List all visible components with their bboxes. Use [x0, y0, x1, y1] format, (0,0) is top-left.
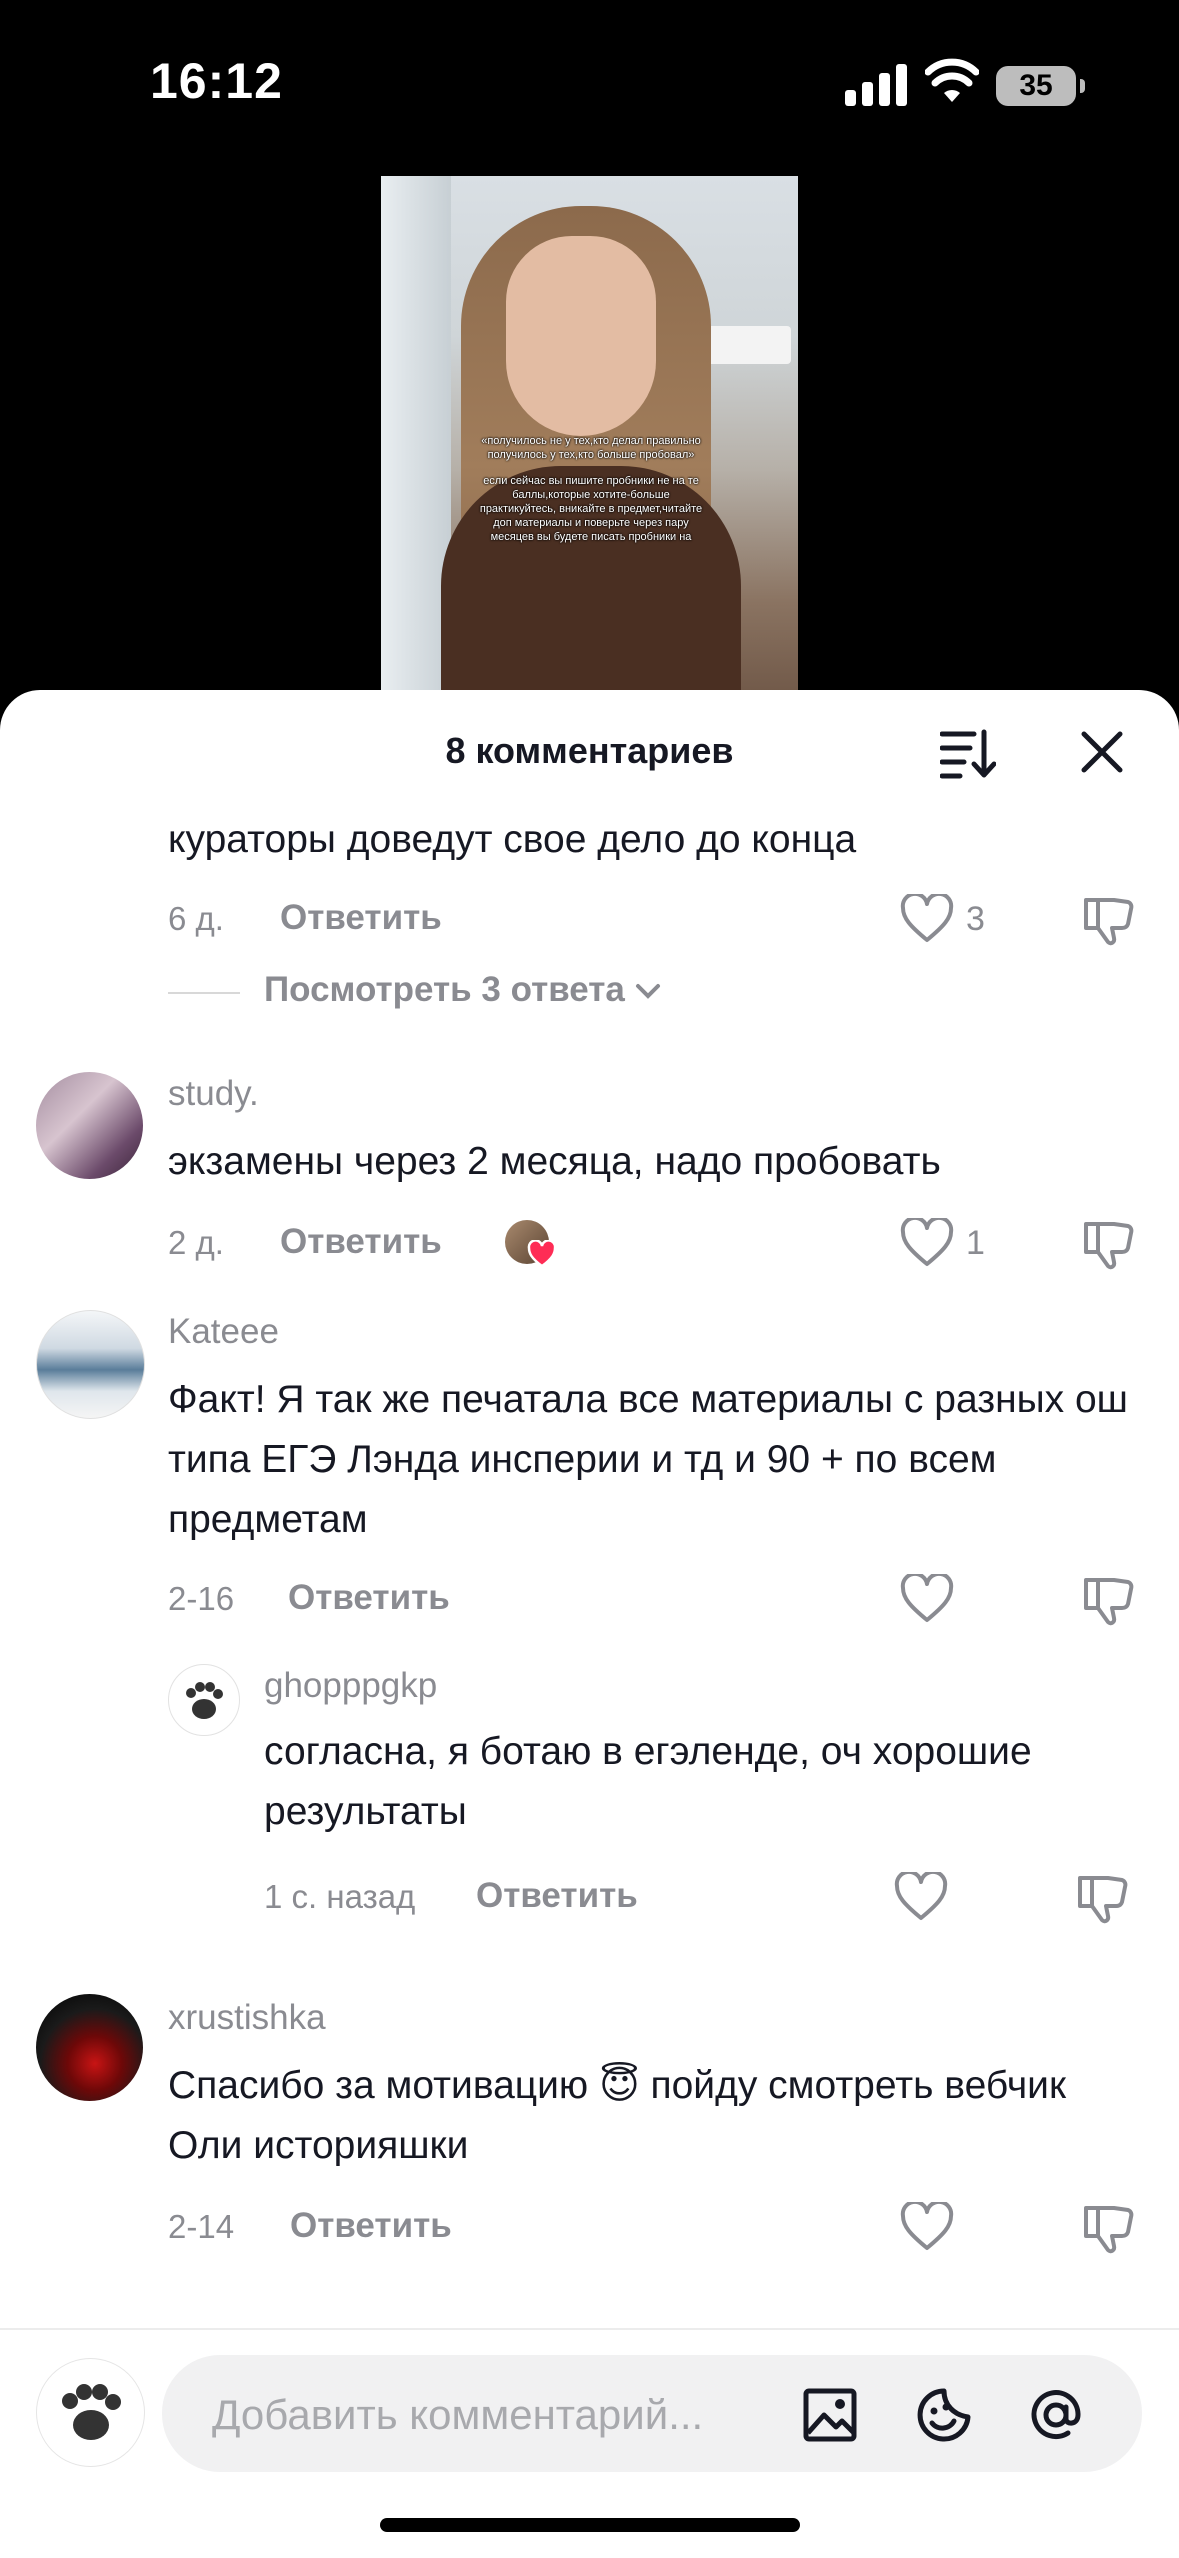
- avatar[interactable]: [36, 1072, 143, 1179]
- battery-level: 35: [1019, 69, 1053, 102]
- comment-text: согласна, я ботаю в егэленде, оч хорошие…: [264, 1730, 1032, 1833]
- comment-input-placeholder: Добавить комментарий...: [212, 2391, 704, 2438]
- like-count: 3: [966, 900, 985, 938]
- comment-date: 6 д.: [168, 900, 224, 937]
- creator-liked-badge: [505, 1220, 557, 1268]
- dislike-icon[interactable]: [1080, 1216, 1134, 1270]
- sort-icon[interactable]: [940, 728, 996, 780]
- comment-input-bar: Добавить комментарий...: [0, 2328, 1179, 2558]
- status-bar: 16:12 35: [0, 0, 1179, 170]
- like-count: 1: [966, 1224, 985, 1262]
- battery-icon: 35: [996, 66, 1085, 106]
- heart-icon[interactable]: [900, 1218, 954, 1268]
- video-bg-ac: [701, 326, 791, 364]
- status-time: 16:12: [150, 53, 283, 109]
- heart-icon[interactable]: [900, 1574, 954, 1624]
- avatar[interactable]: [36, 1310, 145, 1419]
- wifi-icon: [925, 58, 979, 102]
- heart-icon[interactable]: [900, 2202, 954, 2252]
- video-preview[interactable]: «получилось не у тех,кто делал правильно…: [381, 176, 798, 710]
- comment-username[interactable]: study.: [168, 1074, 259, 1114]
- reply-button[interactable]: Ответить: [290, 2206, 452, 2246]
- reply-button[interactable]: Ответить: [288, 1578, 450, 1618]
- comments-sheet: 8 комментариев кураторы доведут свое дел…: [0, 690, 1179, 2556]
- heart-icon[interactable]: [894, 1872, 948, 1922]
- reply-button[interactable]: Ответить: [280, 898, 442, 938]
- paw-print-icon: [186, 1682, 223, 1719]
- dislike-icon[interactable]: [1080, 2200, 1134, 2254]
- chevron-down-icon: [635, 983, 660, 999]
- dislike-icon[interactable]: [1080, 892, 1134, 946]
- video-person-face: [506, 236, 656, 436]
- video-caption-quote: «получилось не у тех,кто делал правильно…: [481, 435, 701, 461]
- reply-button[interactable]: Ответить: [476, 1876, 638, 1916]
- comment-date: 1 с. назад: [264, 1878, 416, 1915]
- comment-text: Факт! Я так же печатала все материалы с …: [168, 1378, 1128, 1541]
- my-avatar[interactable]: [36, 2358, 145, 2467]
- cellular-signal-icon: [845, 62, 909, 106]
- emoji-icon[interactable]: [916, 2387, 972, 2443]
- avatar[interactable]: [168, 1664, 240, 1736]
- video-caption-body: если сейчас вы пишите пробники не на те …: [479, 475, 703, 543]
- comment-username[interactable]: Kateee: [168, 1312, 279, 1352]
- dislike-icon[interactable]: [1080, 1572, 1134, 1626]
- paw-print-icon: [62, 2384, 121, 2440]
- heart-icon[interactable]: [900, 894, 954, 944]
- comment-text: кураторы доведут свое дело до конца: [168, 818, 857, 861]
- close-icon[interactable]: [1080, 730, 1124, 774]
- comment-input[interactable]: Добавить комментарий...: [162, 2355, 1142, 2472]
- comment-text: Спасибо за мотивацию 😇 пойду смотреть ве…: [168, 2064, 1067, 2167]
- video-caption: «получилось не у тех,кто делал правильно…: [476, 434, 706, 556]
- comment-date: 2-14: [168, 2208, 235, 2245]
- view-replies-label: Посмотреть 3 ответа: [264, 970, 661, 1010]
- comment-username[interactable]: xrustishka: [168, 1998, 326, 2038]
- comment-date: 2 д.: [168, 1224, 224, 1261]
- avatar[interactable]: [36, 1994, 143, 2101]
- heart-filled-icon: [527, 1240, 557, 1268]
- divider: [168, 992, 240, 994]
- home-indicator[interactable]: [380, 2518, 800, 2532]
- comment-date: 2-16: [168, 1580, 235, 1617]
- image-icon[interactable]: [802, 2387, 858, 2443]
- at-icon[interactable]: [1028, 2387, 1084, 2443]
- dislike-icon[interactable]: [1074, 1870, 1128, 1924]
- comments-count-title: 8 комментариев: [445, 730, 734, 771]
- comment-text: экзамены через 2 месяца, надо пробовать: [168, 1140, 941, 1183]
- reply-button[interactable]: Ответить: [280, 1222, 442, 1262]
- comment-username[interactable]: ghopppgkp: [264, 1666, 437, 1706]
